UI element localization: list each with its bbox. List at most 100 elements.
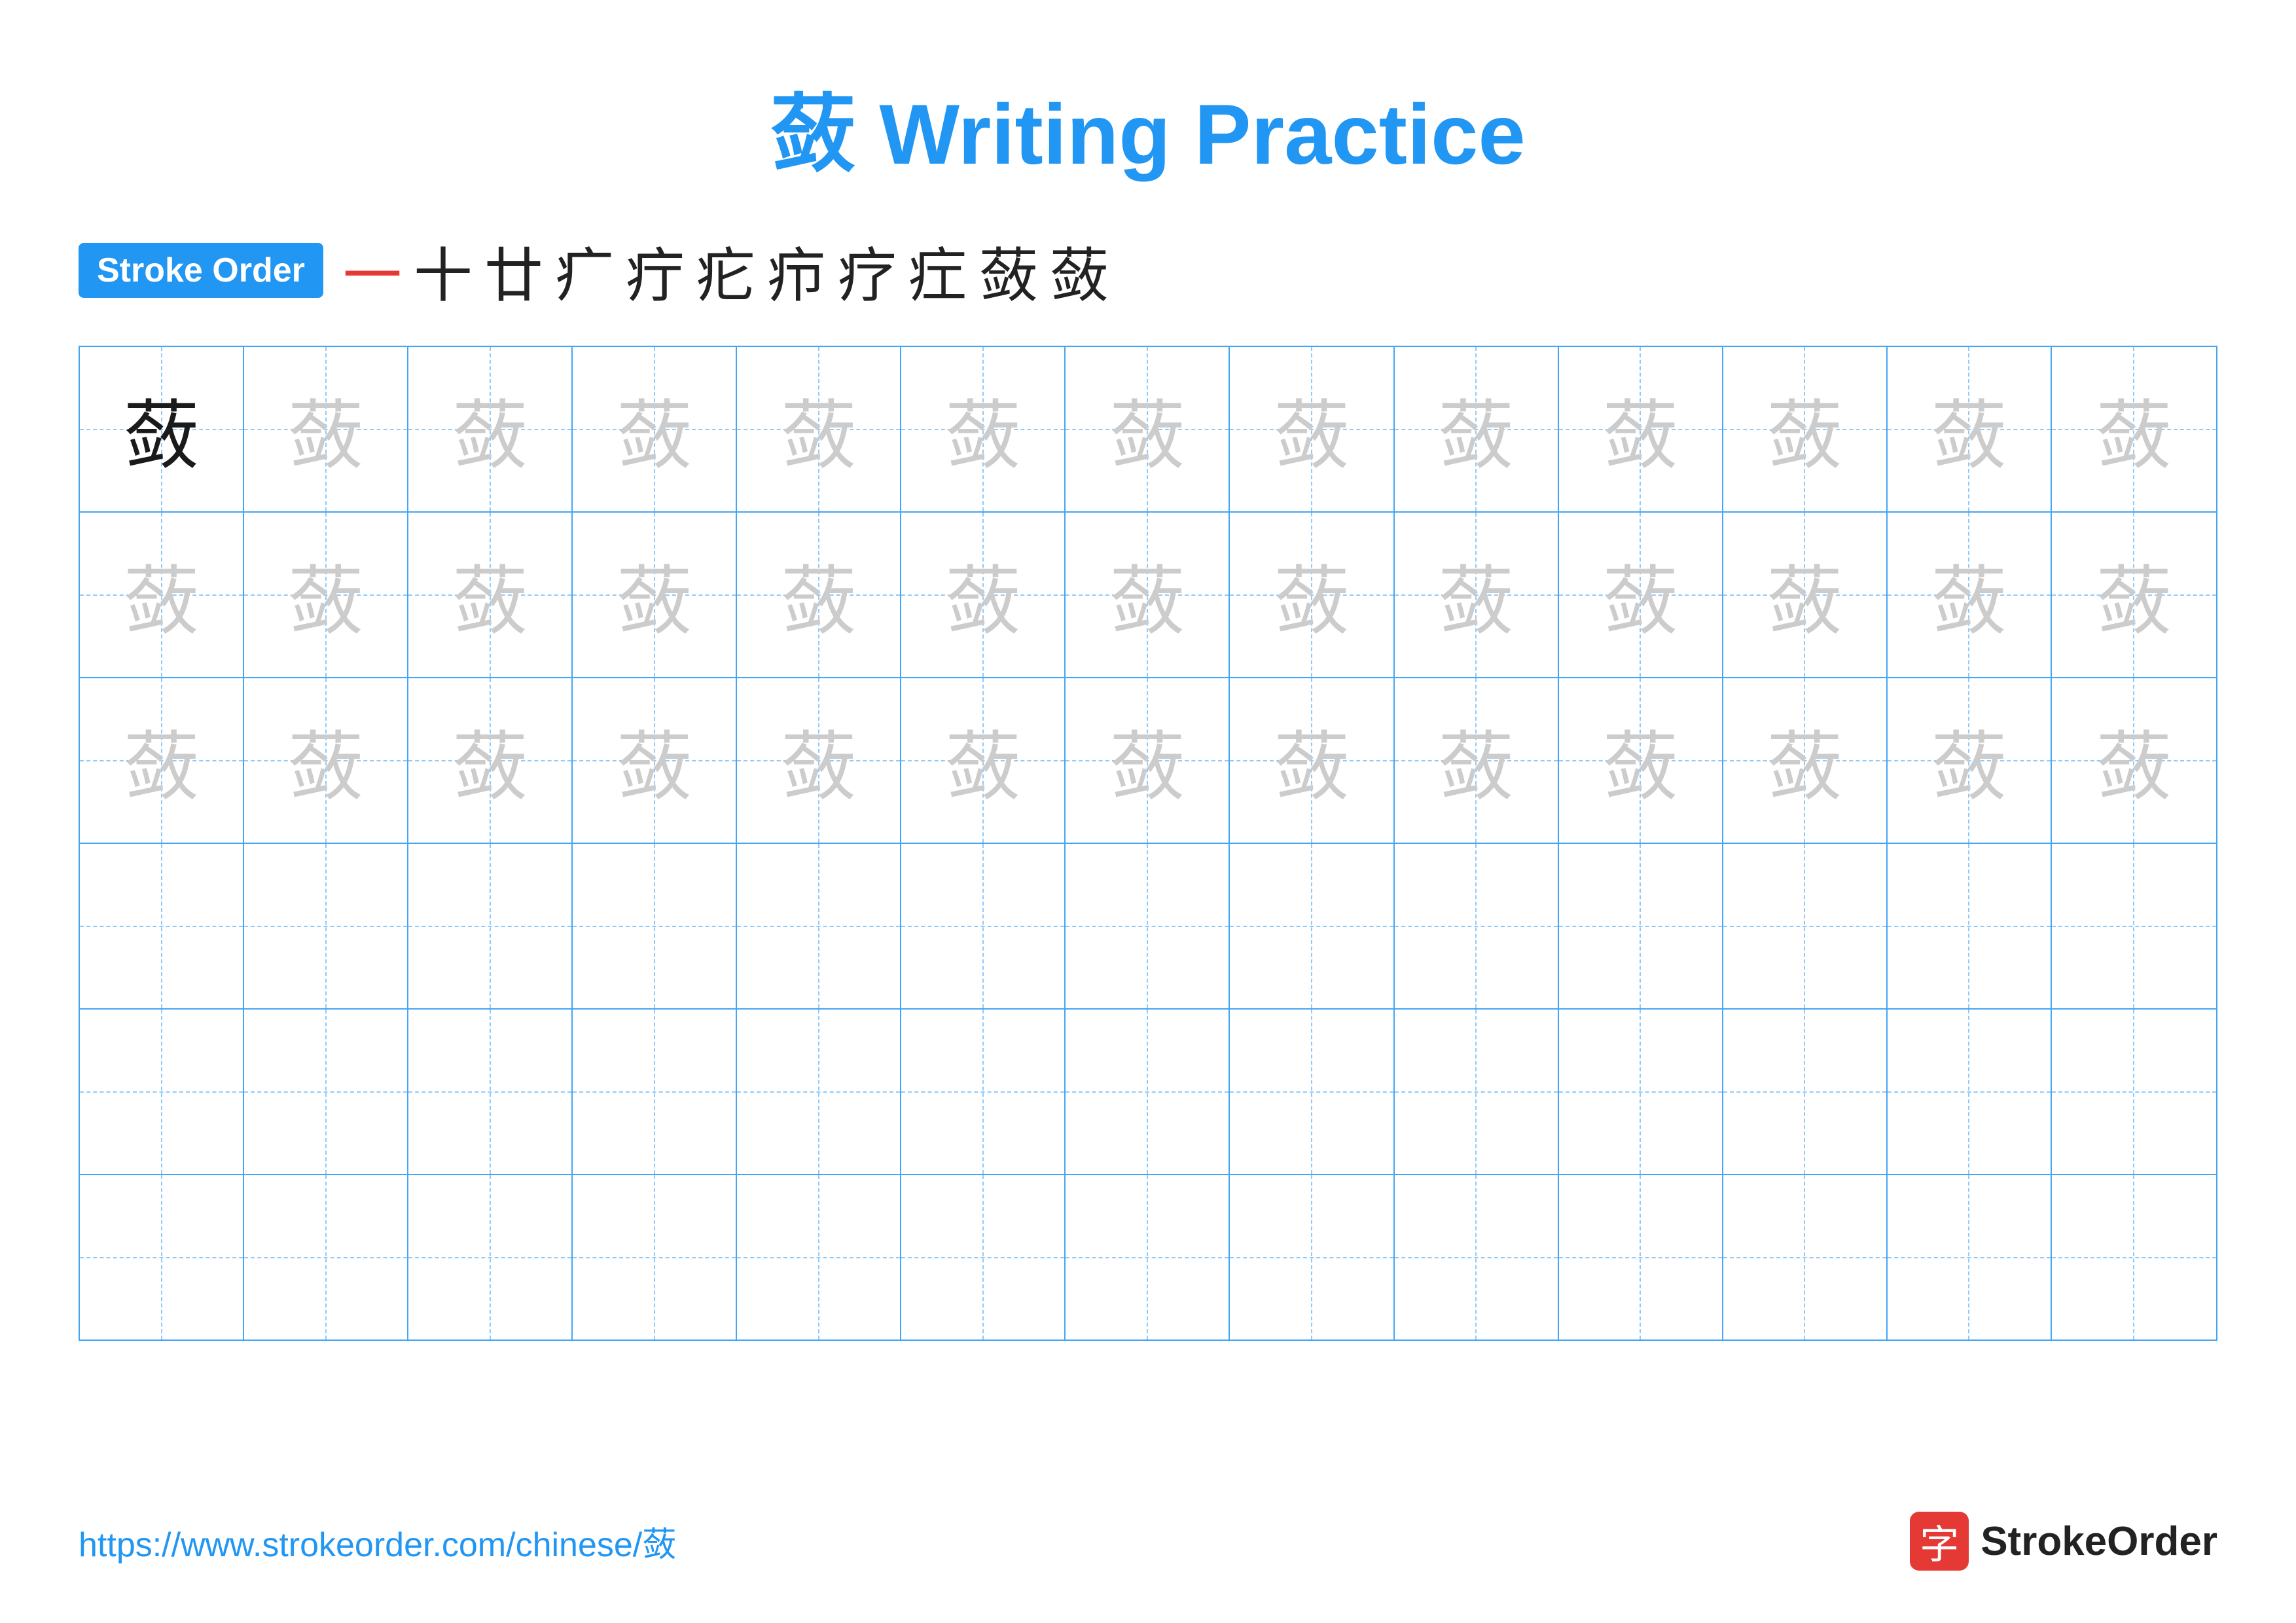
grid-cell[interactable]: 蔹 xyxy=(1230,347,1394,511)
grid-cell[interactable] xyxy=(80,844,244,1008)
grid-cell[interactable] xyxy=(408,1175,573,1340)
grid-cell[interactable] xyxy=(2052,1010,2216,1174)
grid-cell[interactable]: 蔹 xyxy=(1230,513,1394,677)
grid-cell[interactable] xyxy=(901,1175,1066,1340)
grid-cell[interactable] xyxy=(1395,1010,1559,1174)
grid-cell[interactable]: 蔹 xyxy=(408,347,573,511)
char-light: 蔹 xyxy=(945,541,1020,649)
char-light: 蔹 xyxy=(617,375,692,484)
char-light: 蔹 xyxy=(288,541,363,649)
grid-cell[interactable] xyxy=(1723,1010,1888,1174)
grid-cell[interactable] xyxy=(244,1175,408,1340)
page-title: 蔹 Writing Practice xyxy=(79,65,2217,189)
grid-cell[interactable]: 蔹 xyxy=(1066,513,1230,677)
char-light: 蔹 xyxy=(781,375,856,484)
footer-url: https://www.strokeorder.com/chinese/蔹 xyxy=(79,1517,676,1566)
char-light: 蔹 xyxy=(945,706,1020,815)
grid-cell[interactable]: 蔹 xyxy=(1395,678,1559,843)
grid-cell[interactable] xyxy=(1559,1175,1723,1340)
grid-cell[interactable]: 蔹 xyxy=(737,347,901,511)
grid-cell[interactable] xyxy=(1395,844,1559,1008)
grid-cell[interactable] xyxy=(1395,1175,1559,1340)
grid-cell[interactable] xyxy=(1066,1175,1230,1340)
grid-cell[interactable]: 蔹 xyxy=(737,513,901,677)
grid-cell[interactable]: 蔹 xyxy=(408,513,573,677)
grid-cell[interactable] xyxy=(1066,1010,1230,1174)
grid-cell[interactable]: 蔹 xyxy=(1559,347,1723,511)
grid-cell[interactable]: 蔹 xyxy=(573,678,737,843)
stroke-chars: 一 十 廿 疒 疔 疕 疖 疗 疘 蔹 蔹 xyxy=(343,228,1109,313)
grid-cell[interactable] xyxy=(1723,844,1888,1008)
grid-cell[interactable] xyxy=(244,844,408,1008)
grid-cell[interactable]: 蔹 xyxy=(244,678,408,843)
grid-cell[interactable]: 蔹 xyxy=(1559,513,1723,677)
grid-cell[interactable]: 蔹 xyxy=(1395,513,1559,677)
grid-row-4 xyxy=(80,844,2216,1010)
grid-cell[interactable] xyxy=(1723,1175,1888,1340)
grid-cell[interactable] xyxy=(244,1010,408,1174)
grid-cell[interactable]: 蔹 xyxy=(573,513,737,677)
grid-cell[interactable]: 蔹 xyxy=(901,347,1066,511)
grid-cell[interactable]: 蔹 xyxy=(737,678,901,843)
page: 蔹 Writing Practice Stroke Order 一 十 廿 疒 … xyxy=(0,0,2296,1623)
grid-cell[interactable] xyxy=(1888,1010,2052,1174)
stroke-char-3: 廿 xyxy=(484,228,543,313)
grid-row-1: 蔹 蔹 蔹 蔹 蔹 蔹 蔹 蔹 蔹 蔹 蔹 蔹 蔹 xyxy=(80,347,2216,513)
grid-cell[interactable] xyxy=(2052,844,2216,1008)
grid-cell[interactable]: 蔹 xyxy=(2052,513,2216,677)
grid-cell[interactable]: 蔹 xyxy=(1723,678,1888,843)
grid-cell[interactable]: 蔹 xyxy=(80,347,244,511)
grid-cell[interactable] xyxy=(1888,1175,2052,1340)
grid-cell[interactable] xyxy=(737,1175,901,1340)
grid-cell[interactable] xyxy=(573,844,737,1008)
grid-cell[interactable] xyxy=(1888,844,2052,1008)
grid-cell[interactable]: 蔹 xyxy=(80,678,244,843)
grid-cell[interactable]: 蔹 xyxy=(573,347,737,511)
grid-cell[interactable]: 蔹 xyxy=(1888,678,2052,843)
stroke-char-11: 蔹 xyxy=(1050,228,1109,313)
grid-cell[interactable] xyxy=(1230,1010,1394,1174)
char-dark: 蔹 xyxy=(124,375,199,484)
grid-cell[interactable]: 蔹 xyxy=(1888,347,2052,511)
grid-cell[interactable] xyxy=(408,844,573,1008)
grid-cell[interactable] xyxy=(737,844,901,1008)
grid-cell[interactable] xyxy=(1559,1010,1723,1174)
grid-cell[interactable]: 蔹 xyxy=(2052,678,2216,843)
grid-cell[interactable] xyxy=(901,844,1066,1008)
char-light: 蔹 xyxy=(288,706,363,815)
grid-cell[interactable]: 蔹 xyxy=(1559,678,1723,843)
grid-cell[interactable]: 蔹 xyxy=(244,513,408,677)
grid-cell[interactable] xyxy=(1066,844,1230,1008)
grid-cell[interactable] xyxy=(573,1175,737,1340)
grid-cell[interactable] xyxy=(1230,1175,1394,1340)
char-light: 蔹 xyxy=(1439,706,1514,815)
grid-cell[interactable] xyxy=(2052,1175,2216,1340)
grid-cell[interactable]: 蔹 xyxy=(1888,513,2052,677)
grid-cell[interactable]: 蔹 xyxy=(1066,347,1230,511)
grid-cell[interactable] xyxy=(737,1010,901,1174)
grid-cell[interactable]: 蔹 xyxy=(1230,678,1394,843)
grid-cell[interactable] xyxy=(901,1010,1066,1174)
stroke-char-2: 十 xyxy=(414,228,473,313)
grid-cell[interactable]: 蔹 xyxy=(1723,513,1888,677)
grid-cell[interactable] xyxy=(573,1010,737,1174)
char-light: 蔹 xyxy=(2096,541,2172,649)
grid-cell[interactable] xyxy=(1230,844,1394,1008)
grid-cell[interactable]: 蔹 xyxy=(1723,347,1888,511)
grid-cell[interactable] xyxy=(408,1010,573,1174)
grid-cell[interactable] xyxy=(80,1010,244,1174)
char-light: 蔹 xyxy=(617,541,692,649)
stroke-char-5: 疔 xyxy=(626,228,685,313)
grid-cell[interactable]: 蔹 xyxy=(901,513,1066,677)
grid-cell[interactable]: 蔹 xyxy=(1395,347,1559,511)
grid-cell[interactable] xyxy=(1559,844,1723,1008)
grid-cell[interactable]: 蔹 xyxy=(2052,347,2216,511)
grid-cell[interactable]: 蔹 xyxy=(244,347,408,511)
grid-cell[interactable]: 蔹 xyxy=(80,513,244,677)
char-light: 蔹 xyxy=(1274,541,1349,649)
grid-cell[interactable]: 蔹 xyxy=(901,678,1066,843)
char-light: 蔹 xyxy=(1109,541,1185,649)
grid-cell[interactable]: 蔹 xyxy=(408,678,573,843)
grid-cell[interactable]: 蔹 xyxy=(1066,678,1230,843)
grid-cell[interactable] xyxy=(80,1175,244,1340)
